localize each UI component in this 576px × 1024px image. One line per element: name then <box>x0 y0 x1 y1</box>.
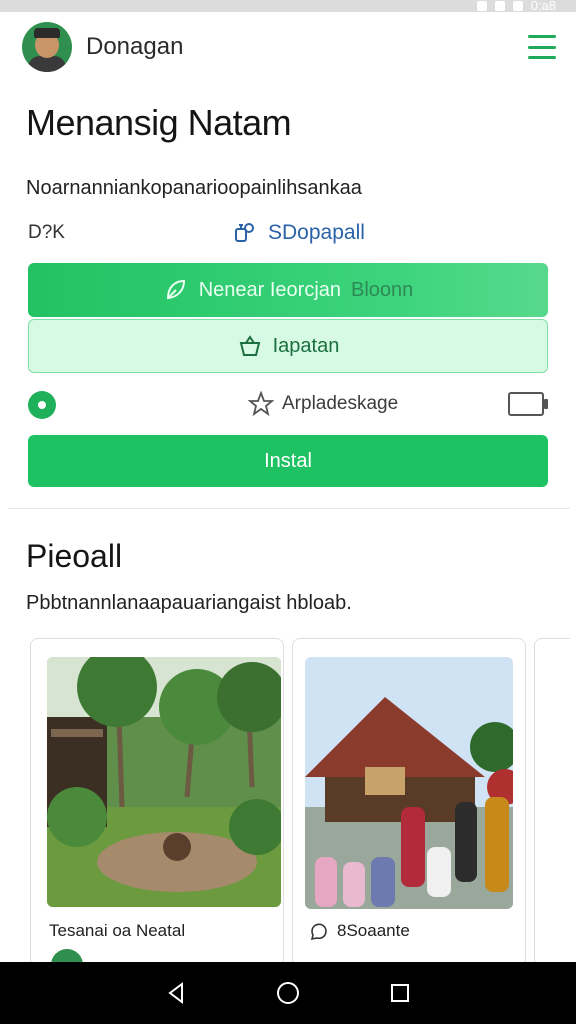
app-description: Noarnanniankopanarioopainlihsankaa <box>26 177 362 199</box>
secondary-action-label: Iapatan <box>272 334 340 357</box>
recents-square-icon <box>391 984 409 1002</box>
star-icon <box>248 391 274 417</box>
gallery-card[interactable]: Tesanai oa Neatal <box>30 638 284 962</box>
gallery-card-partial[interactable] <box>534 638 570 962</box>
developer-link[interactable]: SDopapall <box>232 220 365 246</box>
menu-button[interactable] <box>528 35 556 59</box>
back-button[interactable] <box>164 981 188 1005</box>
app-window: Donagan Menansig Natam Noarnanniankopana… <box>8 12 570 962</box>
developer-link-label: SDopapall <box>268 221 365 244</box>
gallery-title: Pieoall <box>26 538 123 574</box>
rate-label: Arpladeskage <box>282 393 399 414</box>
info-row: Arpladeskage <box>28 389 548 419</box>
gallery-card[interactable]: 8Soaante <box>292 638 526 962</box>
app-title: Donagan <box>86 33 184 60</box>
hamburger-icon <box>528 35 556 38</box>
back-triangle-icon <box>168 982 183 1004</box>
secondary-action-button[interactable]: Iapatan <box>28 319 548 373</box>
signal-icon <box>494 0 505 11</box>
gallery-subtitle: Pbbtnannlanaapauariangaist hbloab. <box>26 592 352 614</box>
primary-action-button[interactable]: Nenear Ieorcjan Bloonn <box>28 263 548 317</box>
recents-button[interactable] <box>388 981 412 1005</box>
page-title: Menansig Natam <box>26 102 292 143</box>
install-button[interactable]: Instal <box>28 435 548 487</box>
comment-icon <box>310 923 327 941</box>
leaf-icon <box>166 279 185 300</box>
system-nav-bar <box>0 962 576 1024</box>
gallery-cards: Tesanai oa Neatal 8Soaante <box>30 638 570 962</box>
status-bar: 0:a8 <box>0 0 576 13</box>
meta-label: D?K <box>28 222 65 243</box>
divider <box>8 508 570 509</box>
status-indicator-icon <box>28 391 56 419</box>
top-bar: Donagan <box>22 20 556 74</box>
card-caption: 8Soaante <box>337 921 410 940</box>
settings-share-icon <box>235 223 254 242</box>
primary-action-label: Nenear Ieorcjan <box>198 278 342 301</box>
avatar[interactable] <box>22 22 72 72</box>
device-icon[interactable] <box>508 392 548 416</box>
primary-action-tail: Bloonn <box>351 278 414 301</box>
battery-icon <box>512 0 523 11</box>
home-circle-icon <box>277 982 299 1004</box>
basket-icon <box>239 335 260 356</box>
card-caption: Tesanai oa Neatal <box>49 921 186 940</box>
home-button[interactable] <box>276 981 300 1005</box>
pavilion-image <box>305 657 513 909</box>
rate-link[interactable]: Arpladeskage <box>248 391 398 417</box>
card-caption-row: 8Soaante <box>309 921 410 941</box>
garden-image <box>47 657 281 907</box>
wifi-icon <box>476 0 487 11</box>
card-avatar <box>51 949 83 962</box>
